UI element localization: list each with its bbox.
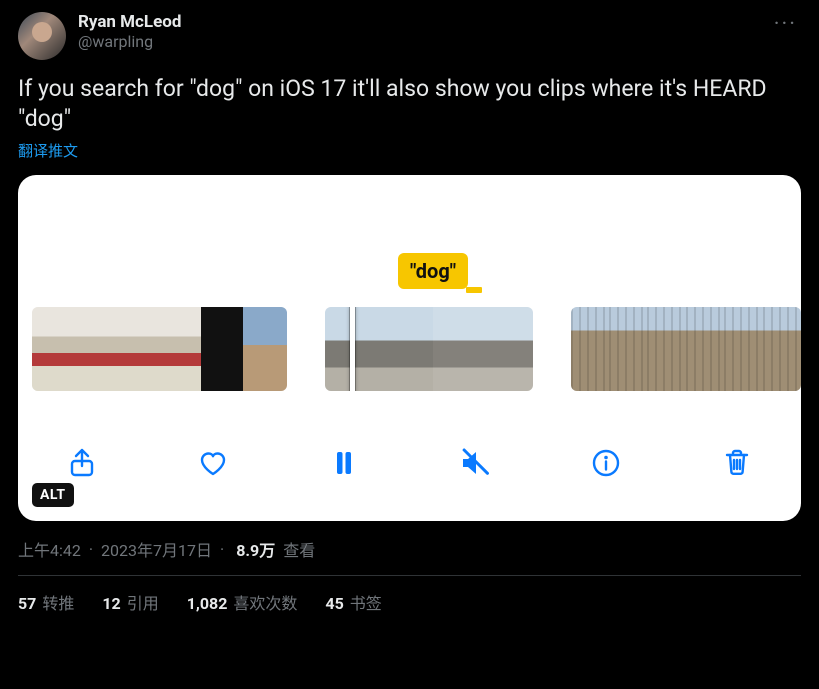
pause-icon[interactable] [324,443,364,483]
clip-frame [243,307,287,391]
search-term-marker [466,287,482,293]
tweet-header: Ryan McLeod @warpling ··· [18,12,801,60]
trash-icon[interactable] [717,443,757,483]
clip-frame [763,307,801,391]
clip-group[interactable] [571,307,801,391]
display-name: Ryan McLeod [78,12,181,32]
info-icon[interactable] [586,443,626,483]
more-icon[interactable]: ··· [770,12,801,37]
clip-frame [609,307,647,391]
views-label: 查看 [283,537,315,561]
tweet-meta: 上午4:42 · 2023年7月17日 · 8.9万 查看 [18,537,801,561]
clip-frame [159,307,201,391]
heart-icon[interactable] [193,443,233,483]
clip-frame [571,307,609,391]
clip-group-active[interactable] [325,307,532,391]
clip-frame [32,307,74,391]
divider [18,575,801,576]
handle: @warpling [78,32,181,52]
stat-likes[interactable]: 1,082喜欢次数 [187,590,298,614]
speaker-slash-icon[interactable] [455,443,495,483]
tweet-container: Ryan McLeod @warpling ··· If you search … [0,0,819,689]
video-scrubber-row[interactable] [18,303,801,395]
clip-frame [647,307,685,391]
clip-frame [379,307,433,391]
meta-separator: · [220,540,224,559]
clip-frame [686,307,724,391]
views-count[interactable]: 8.9万 [236,537,275,561]
search-term-badge: "dog" [398,253,468,289]
clip-group[interactable] [32,307,287,391]
meta-separator: · [89,540,93,559]
clip-frame [433,307,533,391]
media-attachment[interactable]: "dog" [18,175,801,521]
tweet-date[interactable]: 2023年7月17日 [101,537,212,561]
alt-badge[interactable]: ALT [32,483,74,507]
author-names[interactable]: Ryan McLeod @warpling [78,12,181,52]
share-icon[interactable] [62,443,102,483]
clip-frame [74,307,116,391]
stat-retweets[interactable]: 57转推 [18,590,74,614]
tweet-stats-row: 57转推 12引用 1,082喜欢次数 45书签 [18,590,801,614]
stat-quotes[interactable]: 12引用 [102,590,158,614]
tweet-text: If you search for "dog" on iOS 17 it'll … [18,74,801,134]
stat-bookmarks[interactable]: 45书签 [325,590,381,614]
media-toolbar [18,431,801,495]
clip-frame [116,307,158,391]
translate-link[interactable]: 翻译推文 [18,140,801,161]
clip-frame [724,307,762,391]
avatar[interactable] [18,12,66,60]
tweet-time[interactable]: 上午4:42 [18,537,81,561]
playhead[interactable] [350,307,355,391]
clip-frame [201,307,243,391]
